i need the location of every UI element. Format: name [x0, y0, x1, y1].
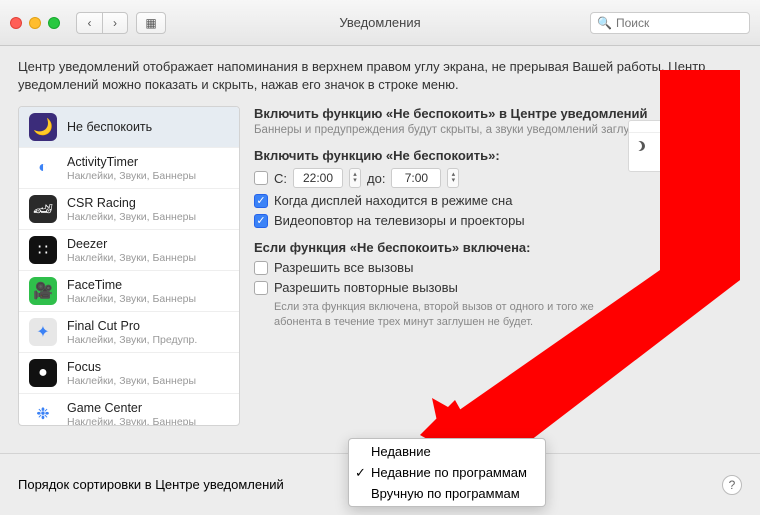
- nav-buttons: ‹ ›: [76, 12, 128, 34]
- when-on-label: Если функция «Не беспокоить» включена:: [254, 240, 742, 255]
- close-window-button[interactable]: [10, 17, 22, 29]
- popup-item-label: Недавние: [371, 444, 431, 459]
- sidebar-item[interactable]: ◐ ActivityTimerНаклейки, Звуки, Баннеры: [19, 148, 239, 189]
- popup-item-label: Вручную по программам: [371, 486, 520, 501]
- window-controls: [10, 17, 60, 29]
- to-label: до:: [367, 171, 385, 186]
- app-subtitle: Наклейки, Звуки, Баннеры: [67, 375, 196, 387]
- preview-menu-icon: ≡: [728, 122, 733, 131]
- grid-icon: ▦: [145, 16, 156, 30]
- app-name: ActivityTimer: [67, 155, 196, 169]
- back-button[interactable]: ‹: [76, 12, 102, 34]
- sidebar-item[interactable]: 🌙 Не беспокоить: [19, 107, 239, 148]
- app-icon: ∷: [29, 236, 57, 264]
- checkmark-icon: ✓: [355, 465, 366, 481]
- popup-item[interactable]: ✓ Недавние по программам: [349, 462, 545, 483]
- popup-item-label: Недавние по программам: [371, 465, 527, 480]
- app-subtitle: Наклейки, Звуки, Баннеры: [67, 170, 196, 182]
- to-time-stepper[interactable]: ▴▾: [447, 168, 459, 188]
- from-time-stepper[interactable]: ▴▾: [349, 168, 361, 188]
- search-icon: 🔍: [597, 16, 612, 30]
- search-field[interactable]: 🔍: [590, 12, 750, 34]
- show-all-button[interactable]: ▦: [136, 12, 166, 34]
- minimize-window-button[interactable]: [29, 17, 41, 29]
- sidebar-item[interactable]: ∷ DeezerНаклейки, Звуки, Баннеры: [19, 230, 239, 271]
- app-list[interactable]: 🌙Не беспокоить◐ActivityTimerНаклейки, Зв…: [18, 106, 240, 426]
- app-subtitle: Наклейки, Звуки, Баннеры: [67, 211, 196, 223]
- app-name: Deezer: [67, 237, 196, 251]
- allow-all-label: Разрешить все вызовы: [274, 260, 413, 275]
- forward-button[interactable]: ›: [102, 12, 128, 34]
- sidebar-item[interactable]: ● FocusНаклейки, Звуки, Баннеры: [19, 353, 239, 394]
- app-icon: ✦: [29, 318, 57, 346]
- app-subtitle: Наклейки, Звуки, Предупр.: [67, 334, 197, 346]
- preview-search-icon: 🔍: [715, 122, 725, 131]
- sidebar-item[interactable]: ✦ Final Cut ProНаклейки, Звуки, Предупр.: [19, 312, 239, 353]
- window-toolbar: ‹ › ▦ Уведомления 🔍: [0, 0, 760, 46]
- popup-item[interactable]: Недавние: [349, 441, 545, 462]
- zoom-window-button[interactable]: [48, 17, 60, 29]
- sort-order-popup[interactable]: Недавние ✓ Недавние по программам Вручную п…: [348, 438, 546, 507]
- pane-description: Центр уведомлений отображает напоминания…: [0, 46, 760, 106]
- app-icon: 🏎: [29, 195, 57, 223]
- sleep-checkbox[interactable]: ✓: [254, 194, 268, 208]
- notification-center-preview: 🔍≡: [628, 120, 738, 172]
- sidebar-item[interactable]: 🎥 FaceTimeНаклейки, Звуки, Баннеры: [19, 271, 239, 312]
- moon-icon: [635, 141, 645, 151]
- repeat-note: Если эта функция включена, второй вызов …: [274, 300, 604, 329]
- app-subtitle: Наклейки, Звуки, Баннеры: [67, 293, 196, 305]
- app-name: CSR Racing: [67, 196, 196, 210]
- from-time-field[interactable]: 22:00: [293, 168, 343, 188]
- popup-item[interactable]: Вручную по программам: [349, 483, 545, 504]
- allow-repeat-label: Разрешить повторные вызовы: [274, 280, 458, 295]
- sleep-label: Когда дисплей находится в режиме сна: [274, 193, 512, 208]
- app-name: Focus: [67, 360, 196, 374]
- help-button[interactable]: ?: [722, 475, 742, 495]
- app-subtitle: Наклейки, Звуки, Баннеры: [67, 416, 196, 427]
- mirror-label: Видеоповтор на телевизоры и проекторы: [274, 213, 525, 228]
- schedule-checkbox[interactable]: [254, 171, 268, 185]
- from-label: С:: [274, 171, 287, 186]
- app-icon: 🎥: [29, 277, 57, 305]
- search-input[interactable]: [616, 16, 760, 30]
- mirror-checkbox[interactable]: ✓: [254, 214, 268, 228]
- dnd-toggle-preview: [705, 139, 731, 153]
- app-icon: ●: [29, 359, 57, 387]
- app-subtitle: Наклейки, Звуки, Баннеры: [67, 252, 196, 264]
- app-name: Final Cut Pro: [67, 319, 197, 333]
- allow-all-checkbox[interactable]: [254, 261, 268, 275]
- to-time-field[interactable]: 7:00: [391, 168, 441, 188]
- app-name: Game Center: [67, 401, 196, 415]
- app-icon: ❉: [29, 400, 57, 426]
- app-icon: ◐: [29, 154, 57, 182]
- allow-repeat-checkbox[interactable]: [254, 281, 268, 295]
- app-name: Не беспокоить: [67, 120, 152, 134]
- app-icon: 🌙: [29, 113, 57, 141]
- app-name: FaceTime: [67, 278, 196, 292]
- sidebar-item[interactable]: 🏎 CSR RacingНаклейки, Звуки, Баннеры: [19, 189, 239, 230]
- sort-order-label: Порядок сортировки в Центре уведомлений: [18, 477, 284, 492]
- sidebar-item[interactable]: ❉ Game CenterНаклейки, Звуки, Баннеры: [19, 394, 239, 426]
